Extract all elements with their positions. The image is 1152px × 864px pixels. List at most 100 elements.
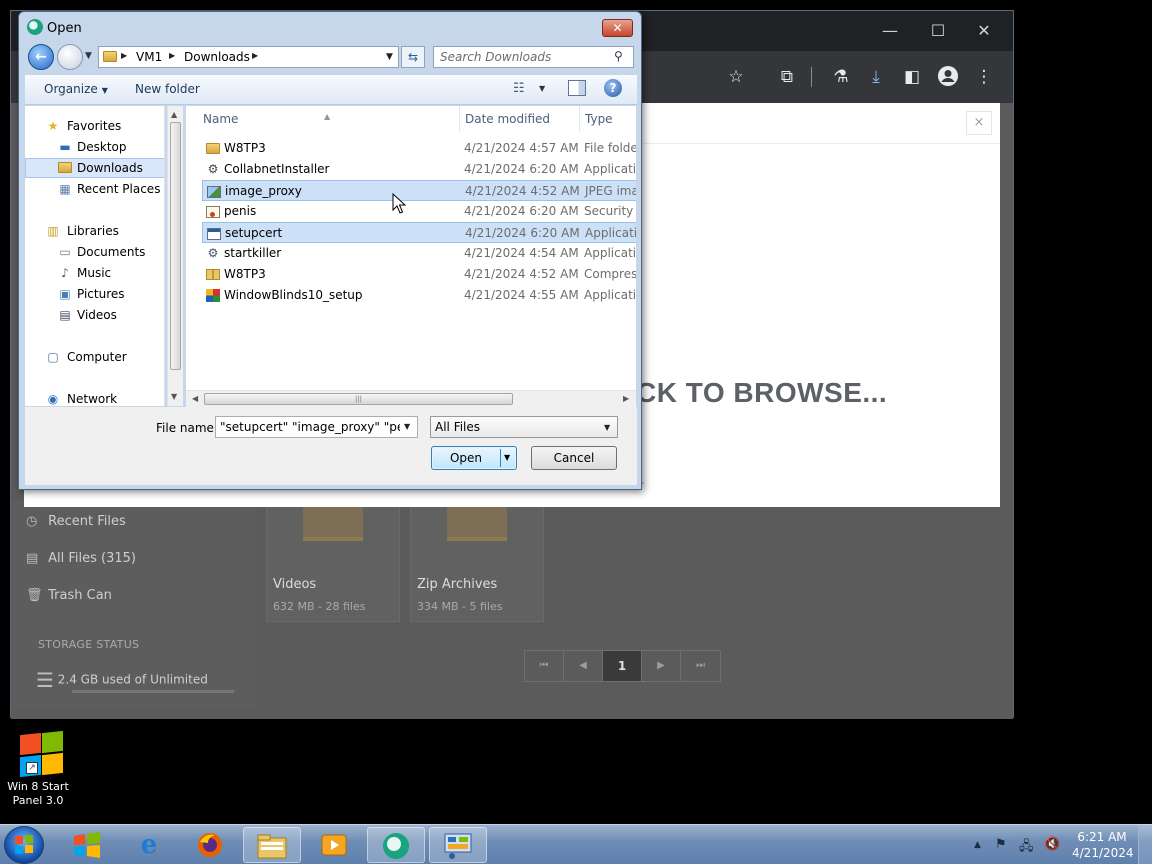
nav-network[interactable]: ◉ Network	[25, 389, 164, 406]
folder-card-videos[interactable]: Videos 632 MB - 28 files	[266, 500, 400, 622]
forward-button[interactable]	[57, 44, 83, 70]
volume-muted-icon[interactable]: 🔇	[1044, 837, 1060, 852]
show-desktop-button[interactable]	[1138, 825, 1152, 864]
file-row[interactable]: ⚙ CollabnetInstaller 4/21/2024 6:20 AM A…	[202, 159, 636, 180]
windows-logo-icon[interactable]	[58, 827, 116, 863]
column-header-date[interactable]: Date modified	[460, 106, 580, 132]
help-icon[interactable]: ?	[604, 79, 622, 97]
nav-trash-can[interactable]: 🗑 Trash Can	[26, 588, 112, 603]
desktop-shortcut-win8-start-panel[interactable]: ↗ Win 8 Start Panel 3.0	[4, 730, 72, 808]
file-row[interactable]: ⚙ startkiller 4/21/2024 4:54 AM Applicat…	[202, 243, 636, 264]
nav-videos[interactable]: ▤ Videos	[25, 305, 164, 325]
file-row-selected[interactable]: setupcert 4/21/2024 6:20 AM Applicatio	[202, 222, 636, 243]
nav-documents[interactable]: ▭ Documents	[25, 242, 164, 262]
puzzle-icon[interactable]: ⧉	[775, 65, 799, 89]
star-icon[interactable]: ☆	[724, 65, 748, 89]
control-panel-icon[interactable]	[429, 827, 487, 863]
file-row[interactable]: penis 4/21/2024 6:20 AM Security C	[202, 201, 636, 222]
start-button[interactable]	[4, 826, 44, 864]
column-header-type[interactable]: Type	[580, 106, 636, 132]
folder-card-zip-archives[interactable]: Zip Archives 334 MB - 5 files	[410, 500, 544, 622]
scroll-down-arrow[interactable]: ▼	[171, 392, 177, 401]
firefox-icon[interactable]	[181, 827, 239, 863]
nav-all-files[interactable]: ▤ All Files (315)	[26, 551, 136, 566]
scroll-up-arrow[interactable]: ▲	[171, 110, 177, 119]
navigation-scrollbar[interactable]: ▲ ▼	[167, 106, 183, 406]
address-bar[interactable]: ▶ VM1 ▶ Downloads ▶ ▼	[98, 46, 399, 68]
nav-label: Documents	[77, 245, 146, 259]
organize-button[interactable]: Organize ▼	[44, 82, 108, 96]
search-input[interactable]	[440, 49, 610, 65]
menu-icon[interactable]: ⋮	[972, 65, 996, 89]
show-hidden-icons[interactable]: ▲	[974, 840, 981, 850]
clock[interactable]: 6:21 AM 4/21/2024	[1072, 829, 1134, 861]
nav-pictures[interactable]: ▣ Pictures	[25, 284, 164, 304]
dropzone-text[interactable]: CK TO BROWSE...	[636, 377, 887, 409]
profile-icon[interactable]	[936, 65, 960, 89]
sidepanel-icon[interactable]: ◧	[900, 65, 924, 89]
cancel-button[interactable]: Cancel	[531, 446, 617, 470]
nav-label: All Files (315)	[48, 551, 137, 566]
prev-page-button[interactable]: ◀	[564, 651, 603, 681]
nav-computer[interactable]: ▢ Computer	[25, 347, 164, 367]
file-row[interactable]: WindowBlinds10_setup 4/21/2024 4:55 AM A…	[202, 285, 636, 306]
nav-favorites[interactable]: ★ Favorites	[25, 116, 164, 136]
recent-locations-dropdown[interactable]: ▼	[85, 51, 92, 61]
download-icon[interactable]: ⤓	[864, 65, 888, 89]
nav-recent-files[interactable]: ◷ Recent Files	[26, 514, 126, 529]
minimize-button[interactable]: —	[873, 19, 907, 43]
scroll-left-arrow[interactable]: ◀	[192, 394, 198, 403]
chevron-right-icon[interactable]: ▶	[121, 51, 127, 60]
back-button[interactable]: ←	[28, 44, 54, 70]
scroll-right-arrow[interactable]: ▶	[623, 394, 629, 403]
file-type-select[interactable]: All Files ▼	[430, 416, 618, 438]
file-name-field[interactable]: ▼	[215, 416, 418, 438]
nav-label: Favorites	[67, 119, 122, 133]
new-folder-button[interactable]: New folder	[135, 82, 200, 96]
open-options-dropdown[interactable]: ▼	[504, 447, 510, 469]
next-page-button[interactable]: ▶	[642, 651, 681, 681]
breadcrumb-vm1[interactable]: VM1	[136, 50, 162, 64]
nav-desktop[interactable]: ▬ Desktop	[25, 137, 164, 157]
file-name-input[interactable]	[220, 420, 400, 434]
maximize-button[interactable]: ☐	[921, 19, 955, 43]
chevron-right-icon[interactable]: ▶	[252, 51, 258, 60]
first-page-button[interactable]: ⏮	[525, 651, 564, 681]
breadcrumb-downloads[interactable]: Downloads	[184, 50, 250, 64]
media-icon[interactable]	[305, 827, 363, 863]
last-page-button[interactable]: ⏭	[681, 651, 720, 681]
ie-icon[interactable]: e	[120, 827, 178, 863]
network-icon[interactable]: 🖧	[1019, 837, 1034, 859]
nav-recent-places[interactable]: ▦ Recent Places	[25, 179, 164, 199]
explorer-icon[interactable]	[243, 827, 301, 863]
close-window-button[interactable]: ✕	[967, 19, 1001, 43]
flag-icon[interactable]: ⚑	[995, 837, 1007, 852]
search-box[interactable]: ⚲	[433, 46, 634, 68]
horizontal-scrollbar[interactable]: ◀ ||| ▶	[186, 390, 636, 407]
file-row-selected[interactable]: image_proxy 4/21/2024 4:52 AM JPEG imag	[202, 180, 636, 201]
address-dropdown[interactable]: ▼	[386, 52, 393, 62]
flask-icon[interactable]: ⚗	[829, 65, 853, 89]
file-row[interactable]: W8TP3 4/21/2024 4:57 AM File folder	[202, 138, 636, 159]
open-button[interactable]: Open ▼	[431, 446, 517, 470]
modal-close-button[interactable]: ×	[966, 111, 992, 135]
file-date: 4/21/2024 6:20 AM	[464, 162, 579, 176]
nav-music[interactable]: ♪ Music	[25, 263, 164, 283]
nav-downloads[interactable]: Downloads	[25, 158, 164, 178]
app-active-icon[interactable]	[367, 827, 425, 863]
nav-libraries[interactable]: ▥ Libraries	[25, 221, 164, 241]
dialog-close-button[interactable]: ✕	[602, 19, 633, 37]
preview-pane-icon[interactable]	[568, 80, 586, 96]
scroll-thumb[interactable]	[170, 122, 181, 370]
column-header-name[interactable]: Name ▲	[186, 106, 460, 132]
refresh-button[interactable]: ⇆	[401, 46, 425, 68]
file-row[interactable]: W8TP3 4/21/2024 4:52 AM Compress	[202, 264, 636, 285]
view-dropdown[interactable]: ▼	[539, 84, 545, 93]
view-options-icon[interactable]: ☷	[513, 81, 531, 97]
search-icon[interactable]: ⚲	[614, 49, 623, 63]
file-name-dropdown[interactable]: ▼	[404, 422, 410, 431]
scroll-thumb[interactable]: |||	[204, 393, 513, 405]
page-1-button[interactable]: 1	[603, 651, 642, 681]
folder-thumbnail	[447, 501, 507, 541]
chevron-right-icon[interactable]: ▶	[169, 51, 175, 60]
